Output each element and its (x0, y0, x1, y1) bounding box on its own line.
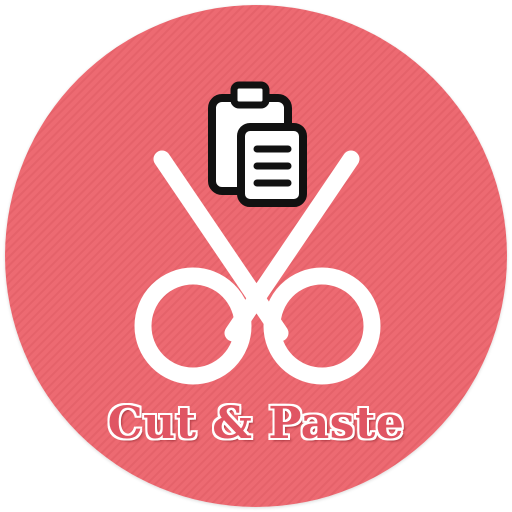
clipboard-icon (208, 81, 307, 207)
app-title: Cut & Paste (107, 398, 405, 449)
app-icon[interactable]: Cut & Paste (0, 0, 512, 512)
